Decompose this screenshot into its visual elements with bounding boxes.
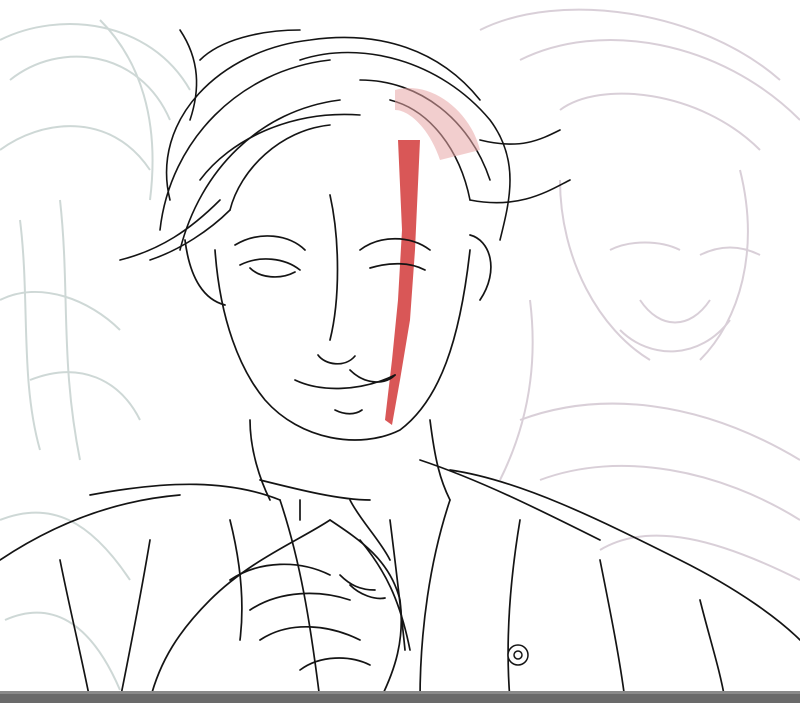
body-lines (0, 459, 800, 701)
lapel-pin (507, 644, 529, 666)
bottom-bar-highlight (0, 691, 800, 694)
hair-lines (119, 29, 571, 261)
hand-lines (149, 519, 403, 701)
ghost-sketch-right (479, 8, 800, 581)
bottom-bar (0, 691, 800, 703)
sketch-canvas (0, 0, 800, 703)
ghost-sketch-left (0, 19, 191, 691)
blood-streak (385, 140, 420, 425)
character-sketch (0, 8, 800, 701)
face-lines (184, 194, 492, 501)
